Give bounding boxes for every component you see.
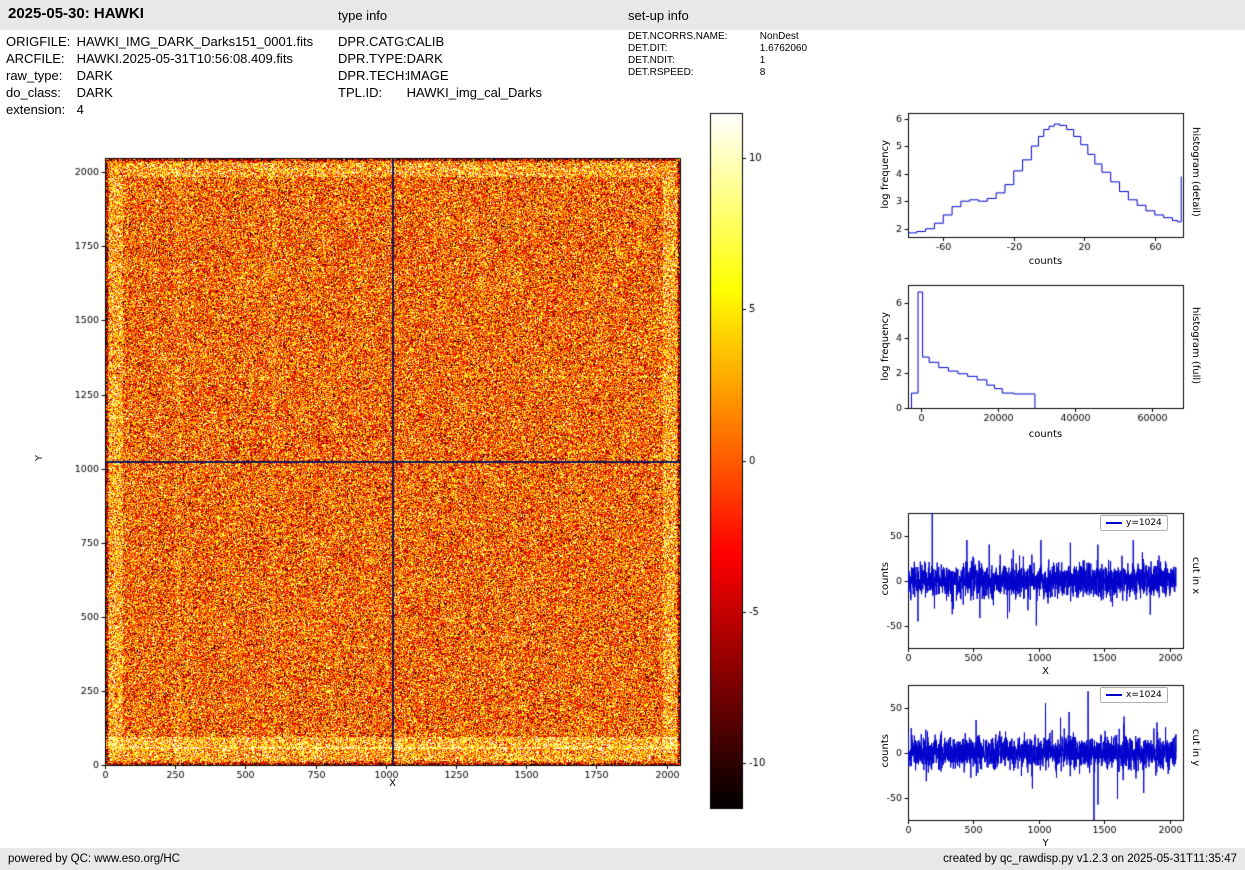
header-bar: 2025-05-30: HAWKI type info set-up info — [0, 0, 1245, 30]
field-label: extension: — [6, 102, 66, 117]
setup-info-row: DET.DIT: 1.6762060 — [628, 43, 807, 55]
field-value: DARK — [406, 51, 443, 66]
field-label: DET.RSPEED: — [628, 67, 694, 78]
field-value: DARK — [76, 85, 113, 100]
field-value: CALIB — [406, 34, 445, 49]
footer-left-text: powered by QC: www.eso.org/HC — [8, 853, 180, 865]
field-value: NonDest — [759, 31, 799, 42]
type-info-row: DPR.CATG: CALIB — [338, 33, 542, 50]
field-label: DPR.CATG: — [338, 34, 408, 49]
cut-in-y-ylabel: counts — [880, 734, 891, 768]
legend-label: y=1024 — [1126, 518, 1162, 528]
file-info-row: ORIGFILE: HAWKI_IMG_DARK_Darks151_0001.f… — [6, 33, 313, 50]
type-info-row: DPR.TYPE: DARK — [338, 50, 542, 67]
file-info-row: ARCFILE: HAWKI.2025-05-31T10:56:08.409.f… — [6, 50, 313, 67]
histogram-detail-ylabel: log frequency — [880, 140, 891, 209]
cut-in-x-legend: y=1024 — [1100, 515, 1168, 531]
histogram-full-ylabel: log frequency — [880, 312, 891, 381]
histogram-full-right-label: histogram (full) — [1190, 307, 1201, 385]
setup-info-row: DET.NDIT: 1 — [628, 55, 807, 67]
field-label: raw_type: — [6, 68, 63, 83]
histogram-full-xlabel: counts — [1028, 429, 1063, 440]
field-label: DPR.TECH: — [338, 68, 409, 83]
field-value: 4 — [76, 102, 84, 117]
colorbar — [700, 105, 800, 820]
setup-info-heading: set-up info — [628, 8, 689, 23]
histogram-full-plot: log frequency histogram (full) counts — [870, 272, 1210, 462]
field-value: DARK — [76, 68, 113, 83]
footer-right-text: created by qc_rawdisp.py v1.2.3 on 2025-… — [943, 853, 1237, 865]
field-value: HAWKI_IMG_DARK_Darks151_0001.fits — [76, 34, 314, 49]
cut-in-y-legend: x=1024 — [1100, 687, 1168, 703]
cut-in-x-plot: counts cut in x X y=1024 — [870, 500, 1210, 680]
cut-in-y-plot: counts cut in y Y x=1024 — [870, 672, 1210, 852]
field-value: HAWKI_img_cal_Darks — [406, 85, 542, 100]
colorbar-canvas — [700, 105, 800, 820]
main-xlabel: X — [389, 778, 396, 789]
legend-label: x=1024 — [1126, 690, 1162, 700]
setup-info-row: DET.RSPEED: 8 — [628, 67, 807, 79]
field-label: ORIGFILE: — [6, 34, 71, 49]
field-value: 1.6762060 — [759, 43, 808, 54]
histogram-detail-plot: log frequency histogram (detail) counts — [870, 100, 1210, 290]
setup-info-row: DET.NCORRS.NAME: NonDest — [628, 31, 807, 43]
cut-in-y-right-label: cut in y — [1190, 729, 1201, 767]
field-value: 8 — [759, 67, 766, 78]
file-info-section: ORIGFILE: HAWKI_IMG_DARK_Darks151_0001.f… — [6, 33, 313, 118]
field-value: IMAGE — [406, 68, 449, 83]
qc-rawdisp-report-page: 2025-05-30: HAWKI type info set-up info … — [0, 0, 1245, 870]
cut-in-x-right-label: cut in x — [1190, 557, 1201, 595]
field-label: DET.NCORRS.NAME: — [628, 31, 728, 42]
field-value: 1 — [759, 55, 766, 66]
main-image-plot: Y X — [30, 140, 730, 810]
type-info-row: DPR.TECH: IMAGE — [338, 67, 542, 84]
field-label: TPL.ID: — [338, 85, 383, 100]
file-info-row: do_class: DARK — [6, 84, 313, 101]
cut-in-x-ylabel: counts — [880, 562, 891, 596]
field-label: DET.NDIT: — [628, 55, 675, 66]
setup-info-section: DET.NCORRS.NAME: NonDest DET.DIT: 1.6762… — [628, 31, 807, 79]
legend-line-sample — [1106, 694, 1122, 696]
dark-frame-image-canvas — [30, 140, 730, 810]
field-value: HAWKI.2025-05-31T10:56:08.409.fits — [76, 51, 293, 66]
field-label: DPR.TYPE: — [338, 51, 407, 66]
type-info-row: TPL.ID: HAWKI_img_cal_Darks — [338, 84, 542, 101]
main-ylabel: Y — [34, 455, 45, 462]
type-info-heading: type info — [338, 8, 388, 23]
field-label: DET.DIT: — [628, 43, 668, 54]
footer-bar: powered by QC: www.eso.org/HC created by… — [0, 848, 1245, 870]
field-label: ARCFILE: — [6, 51, 65, 66]
page-title: 2025-05-30: HAWKI — [8, 5, 144, 22]
file-info-row: extension: 4 — [6, 101, 313, 118]
histogram-detail-right-label: histogram (detail) — [1190, 127, 1201, 217]
histogram-detail-xlabel: counts — [1028, 256, 1063, 267]
file-info-row: raw_type: DARK — [6, 67, 313, 84]
field-label: do_class: — [6, 85, 61, 100]
type-info-section: DPR.CATG: CALIB DPR.TYPE: DARK DPR.TECH:… — [338, 33, 542, 101]
legend-line-sample — [1106, 522, 1122, 524]
